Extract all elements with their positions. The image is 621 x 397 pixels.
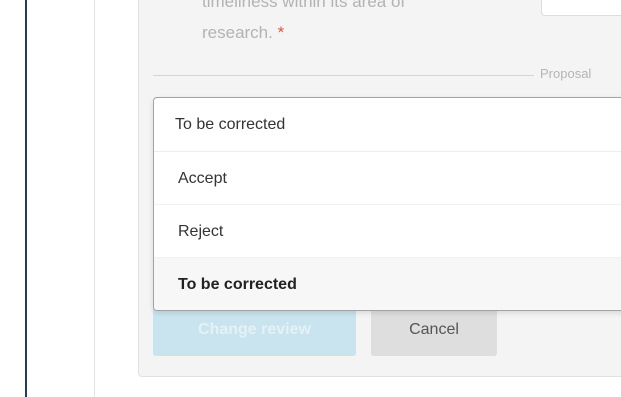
required-marker: * xyxy=(277,23,285,42)
cancel-button[interactable]: Cancel xyxy=(371,304,497,356)
section-divider-line xyxy=(153,75,534,76)
question-text-line-1: timeliness within its area of xyxy=(202,0,406,11)
option-reject[interactable]: Reject xyxy=(154,205,621,258)
option-accept[interactable]: Accept xyxy=(154,152,621,205)
review-decision-select[interactable]: To be corrected xyxy=(154,98,621,152)
option-label: Reject xyxy=(178,223,224,240)
question-text-line-2: research. * xyxy=(202,23,285,42)
selected-value: To be corrected xyxy=(175,116,286,133)
section-divider-label: Proposal xyxy=(540,66,592,81)
option-to-be-corrected[interactable]: To be corrected xyxy=(154,258,621,310)
option-label: To be corrected xyxy=(178,276,297,293)
review-question: timeliness within its area of research. … xyxy=(202,0,502,45)
score-input[interactable] xyxy=(541,0,621,16)
review-decision-dropdown[interactable]: To be corrected Accept Reject To be corr… xyxy=(153,97,621,311)
content-rail-divider xyxy=(94,0,95,397)
option-label: Accept xyxy=(178,170,227,187)
change-review-button[interactable]: Change review xyxy=(153,304,356,356)
